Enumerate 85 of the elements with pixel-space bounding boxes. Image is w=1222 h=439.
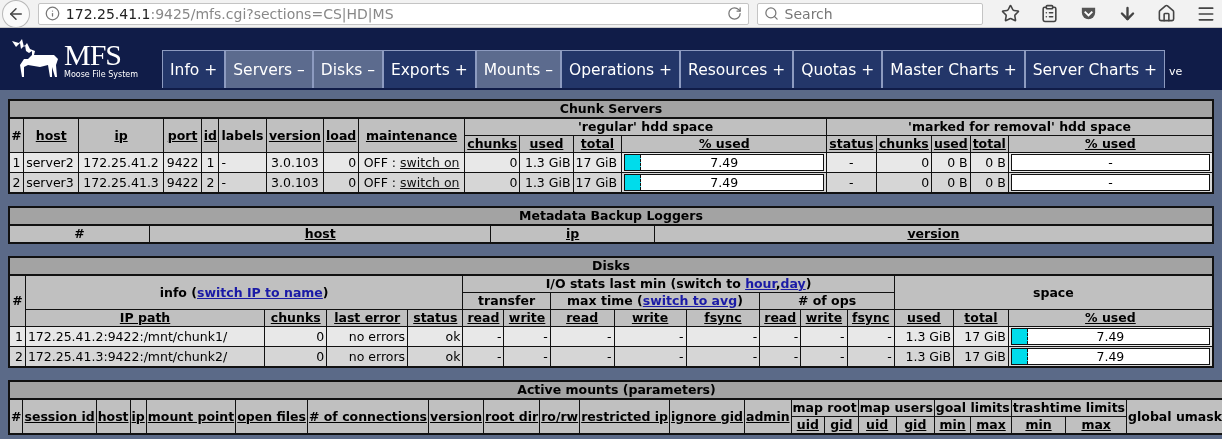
table-title: Disks [8,256,1214,274]
table-cell: 2 [9,346,26,367]
column-header[interactable]: restricted ip [579,399,670,434]
switch-link[interactable]: switch on [400,155,460,170]
home-icon[interactable] [1157,4,1176,23]
table-title: Chunk Servers [8,99,1214,117]
nav-tab[interactable]: Resources + [680,50,794,88]
column-header[interactable]: ignore gid [669,399,745,434]
column-header: 'regular' hdd space [464,118,827,136]
table-title: Metadata Backup Loggers [8,206,1214,224]
column-header[interactable]: session id [23,399,97,434]
info-icon[interactable] [44,6,60,21]
back-button[interactable] [2,0,30,28]
logo-title: MFS [64,39,122,70]
column-header: labels [218,118,267,153]
column-header[interactable]: ro/rw [539,399,580,434]
cell-text: max time ( [567,293,643,308]
column-header: map users [858,399,935,417]
nav-tab[interactable]: Disks – [312,50,383,88]
url-field[interactable]: 172.25.41.1:9425/mfs.cgi?sections=CS|HD|MS [37,2,749,25]
nav-tab[interactable]: Quotas + [793,50,883,88]
reload-icon[interactable] [726,6,742,21]
column-header: # [9,399,23,434]
table-cell: 1 [9,152,24,173]
usage-value: - [1108,155,1113,170]
star-icon[interactable] [1001,4,1020,23]
column-header[interactable]: host [96,399,131,434]
switch-link[interactable]: switch on [400,175,460,190]
download-icon[interactable] [1118,4,1137,23]
usage-value: 7.49 [1096,329,1125,344]
column-header[interactable]: # of connections [307,399,429,434]
column-header[interactable]: maintenance [358,118,465,153]
clipboard-icon[interactable] [1040,4,1059,23]
column-header[interactable]: open files [235,399,308,434]
column-header: space [894,275,1213,310]
usage-value: - [1108,175,1113,190]
link[interactable]: day [780,276,806,291]
nav-tab[interactable]: Server Charts + [1024,50,1166,88]
column-header[interactable]: version [266,118,324,153]
column-header[interactable]: port [163,118,202,153]
cell-text: ) [805,276,812,291]
column-header[interactable]: ip [490,225,655,243]
nav-tab[interactable]: Info + [162,50,226,88]
column-header[interactable]: version [654,225,1213,243]
column-header: trashtime limits [1011,399,1127,417]
search-icon [763,6,779,21]
table-cell: 2 [9,172,24,193]
column-header: # [9,275,26,327]
table-cell: 1 [9,326,26,347]
column-header: # [9,225,150,243]
column-header: 'marked for removal' hdd space [826,118,1213,136]
column-header[interactable]: admin [744,399,792,434]
column-header: # [9,118,24,153]
link[interactable]: switch to avg [642,293,738,308]
cell-text: I/O stats last min (switch to [545,276,742,291]
search-field[interactable]: Search [756,2,983,25]
column-header[interactable]: root dir [483,399,540,434]
usage-value: 7.49 [1096,349,1125,364]
nav-tab[interactable]: Master Charts + [882,50,1025,88]
nav-tab[interactable]: Servers – [225,50,313,88]
usage-value: 7.49 [710,155,739,170]
column-header[interactable]: mount point [146,399,236,434]
nav-tab[interactable]: Exports + [382,50,476,88]
cell-text: ) [737,293,743,308]
link[interactable]: switch IP to name [197,284,323,300]
url-text: 172.25.41.1:9425/mfs.cgi?sections=CS|HD|MS [65,5,395,22]
column-header: map root [791,399,859,417]
usage-value: 7.49 [710,175,739,190]
column-header[interactable]: load [323,118,359,153]
column-header: global umask [1126,399,1222,434]
nav-text: ve [1169,65,1183,78]
column-header[interactable]: ip [78,118,164,153]
cell-text: OFF : [363,175,398,190]
cell-text: OFF : [363,155,398,170]
table-title: Active mounts (parameters) [8,380,1222,398]
column-header[interactable]: version [428,399,484,434]
cell-text: info ( [159,284,197,300]
link[interactable]: hour [745,276,776,291]
column-header: goal limits [934,399,1012,417]
cell-text: ) [322,284,329,300]
logo-subtitle: Moose File System [64,70,139,79]
column-header[interactable]: host [23,118,79,153]
nav-tab[interactable]: Mounts – [475,50,561,88]
column-header[interactable]: host [149,225,491,243]
nav-tab[interactable]: Operations + [560,50,681,88]
